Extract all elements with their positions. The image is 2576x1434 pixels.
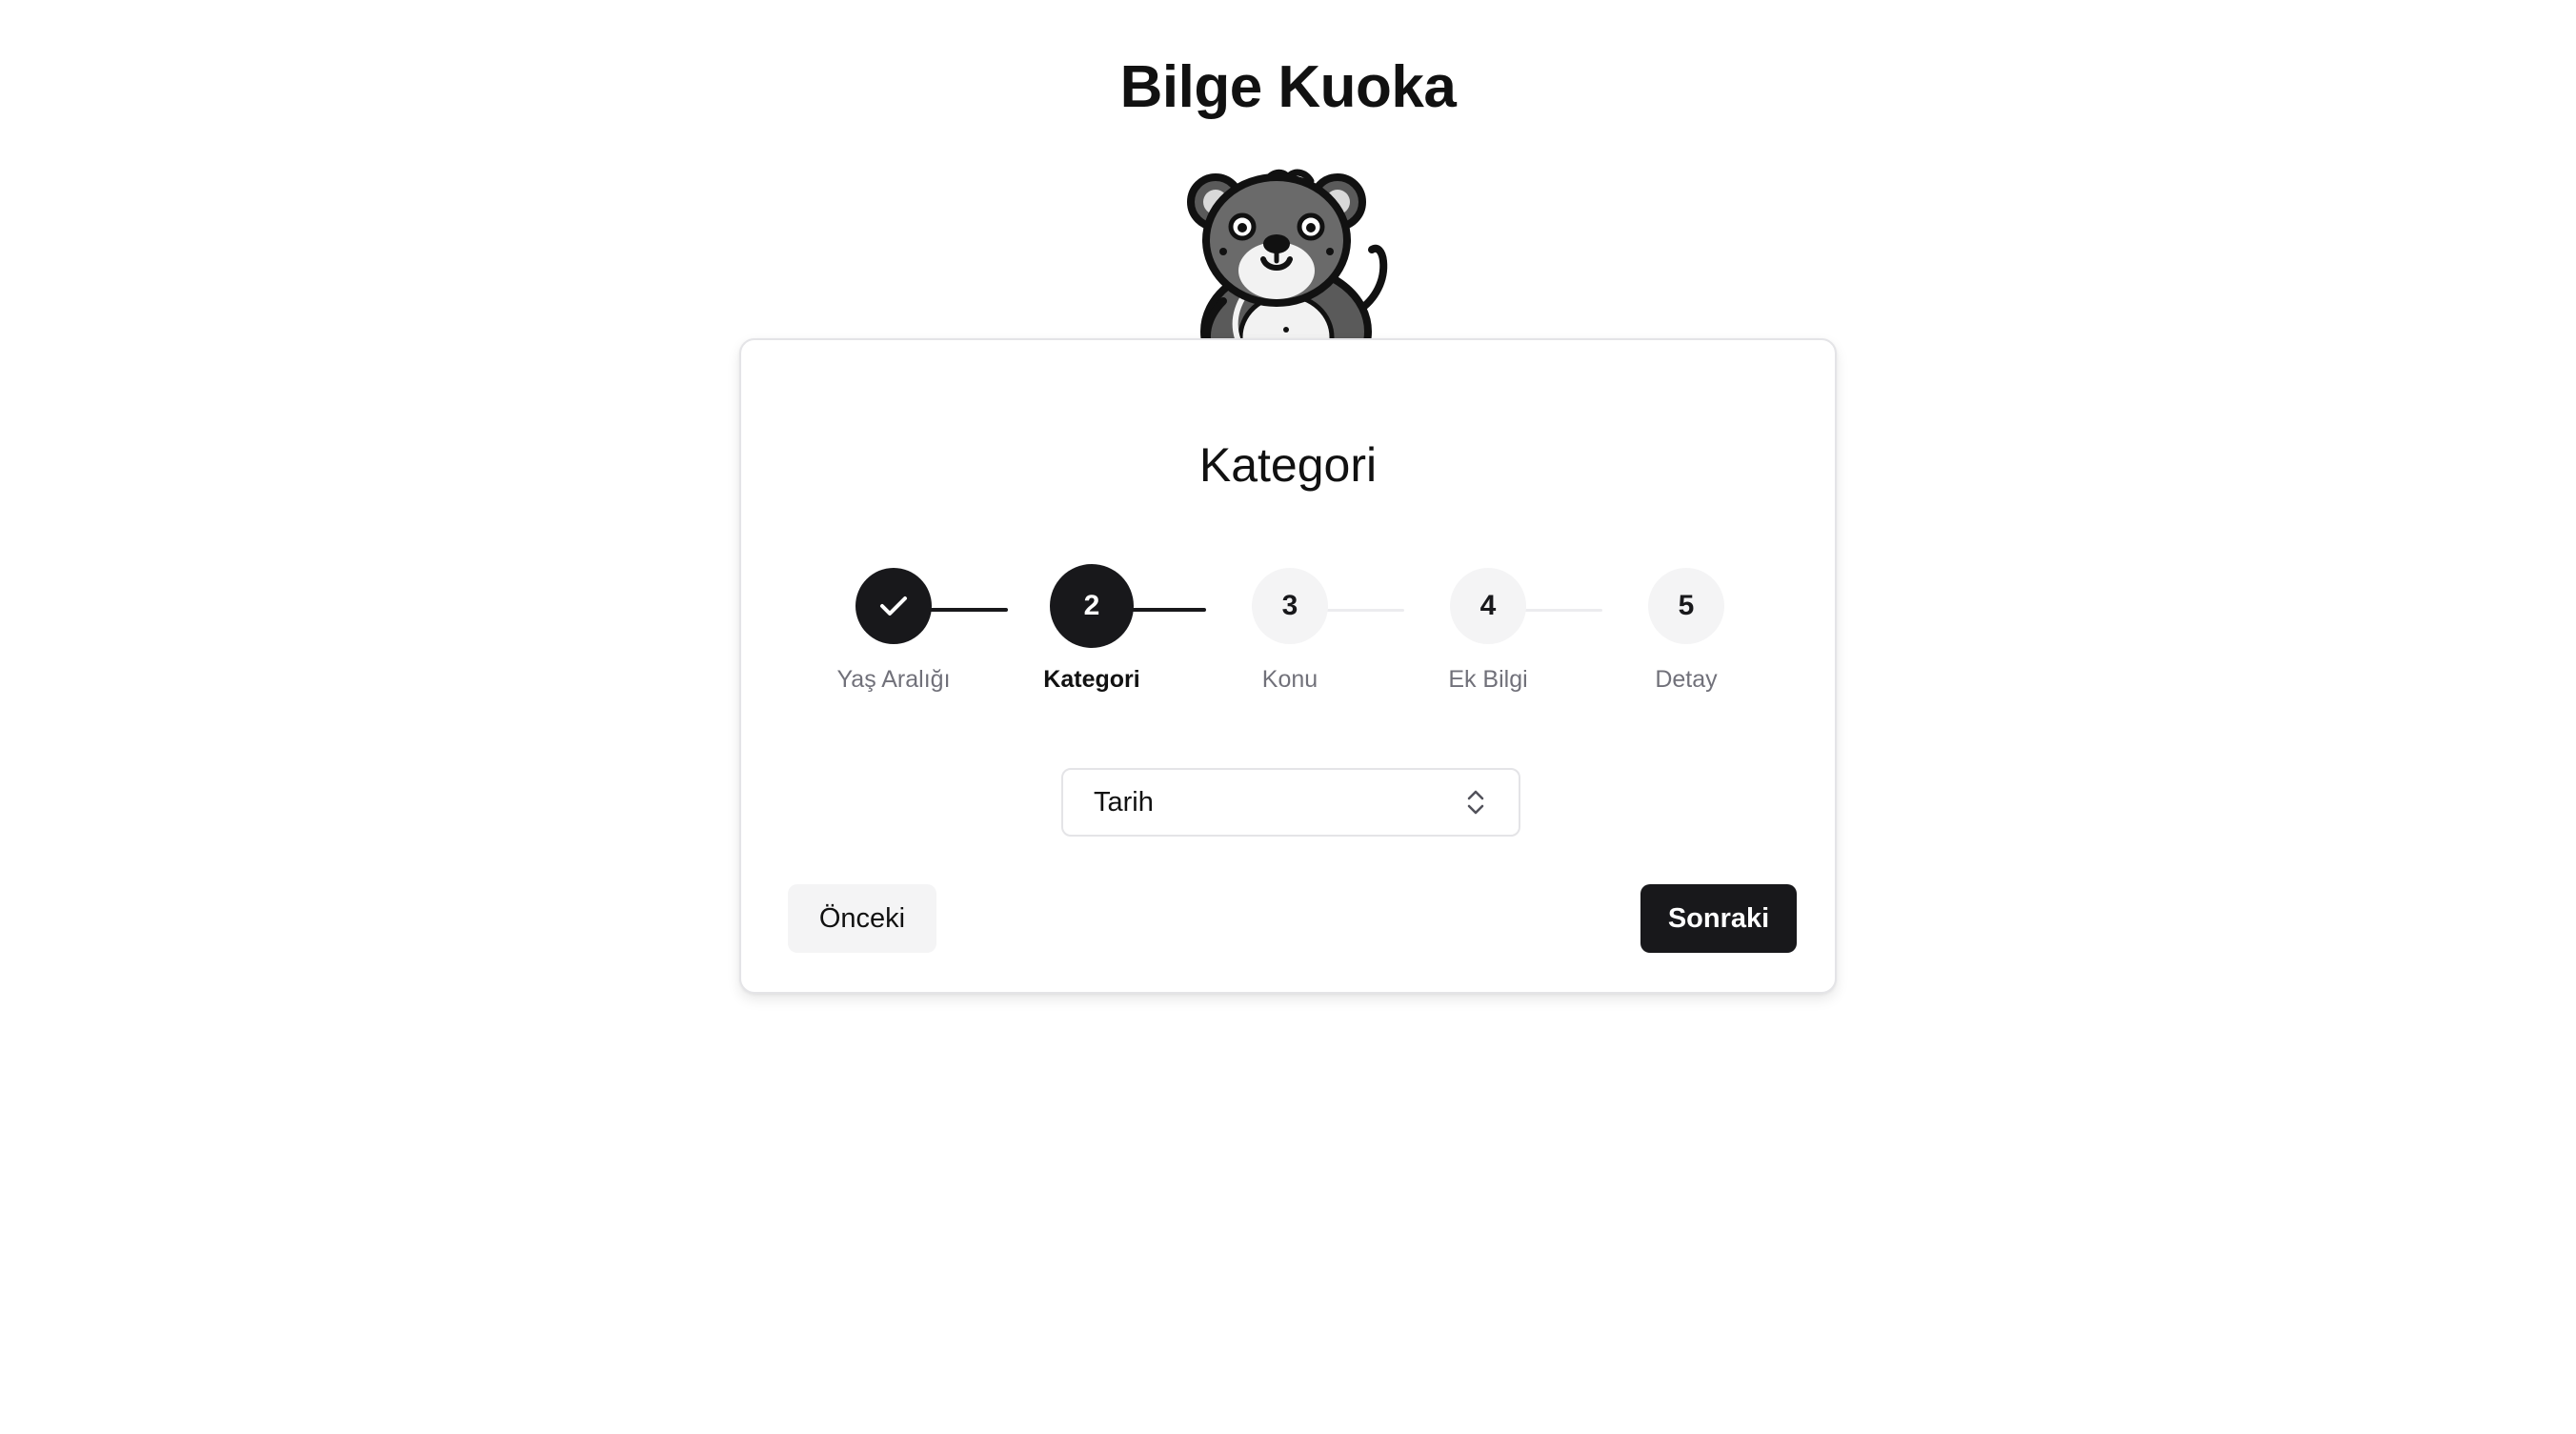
step-number: 3 [1252,568,1328,644]
step-label: Ek Bilgi [1448,666,1528,693]
wizard-card: Kategori Yaş Aralığı 2 Kategori 3 Konu 4… [739,338,1837,994]
previous-button[interactable]: Önceki [788,884,936,953]
step-label: Yaş Aralığı [836,666,951,693]
app-title: Bilge Kuoka [1119,54,1457,120]
chevron-up-down-icon [1467,790,1484,815]
step-heading: Kategori [1198,438,1378,492]
step-number: 5 [1648,568,1724,644]
koala-mascot-icon [1172,168,1400,339]
next-button[interactable]: Sonraki [1640,884,1797,953]
category-select-value: Tarih [1094,786,1154,818]
step-label: Detay [1655,666,1718,693]
category-select[interactable]: Tarih [1061,768,1520,837]
step-circle-completed [855,568,932,644]
step-number: 2 [1050,564,1134,648]
step-label: Kategori [1043,666,1140,693]
step-number: 4 [1450,568,1526,644]
step-label: Konu [1261,666,1318,693]
check-icon [880,596,907,616]
